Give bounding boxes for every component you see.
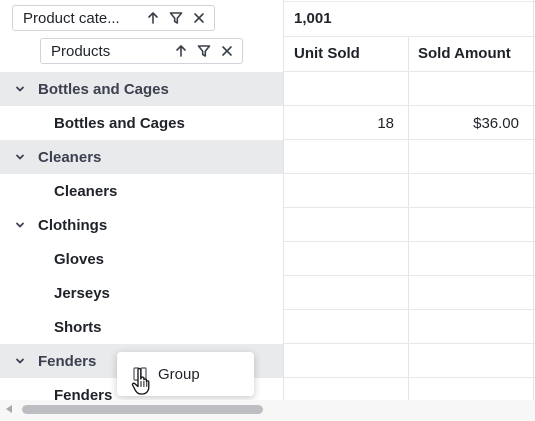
cell-unit-sold[interactable]: 18 bbox=[284, 106, 394, 140]
grid-line bbox=[284, 207, 535, 208]
group-menu-label: Group bbox=[158, 365, 200, 383]
group-row-bottles-and-cages[interactable]: Bottles and Cages bbox=[0, 72, 283, 106]
chevron-down-icon[interactable] bbox=[13, 84, 27, 94]
cell-unit-sold[interactable] bbox=[284, 72, 394, 106]
grid-line bbox=[284, 105, 535, 106]
row-label: Shorts bbox=[54, 318, 102, 336]
grid-line bbox=[284, 241, 535, 242]
product-category-chip[interactable]: Product cate... bbox=[12, 5, 215, 31]
row-label: Fenders bbox=[38, 352, 97, 370]
row-label: Gloves bbox=[54, 250, 105, 268]
products-chip[interactable]: Products bbox=[40, 38, 243, 64]
scroll-left-arrow-icon[interactable] bbox=[6, 405, 12, 413]
row-bottles-and-cages[interactable]: Bottles and Cages bbox=[0, 106, 283, 140]
filter-icon[interactable] bbox=[195, 42, 213, 60]
column-header-unit-sold[interactable]: Unit Sold bbox=[294, 45, 360, 62]
row-label: Clothings bbox=[38, 216, 108, 234]
grid-line bbox=[408, 36, 409, 400]
grid-line bbox=[284, 309, 535, 310]
chevron-down-icon[interactable] bbox=[13, 152, 27, 162]
close-icon[interactable] bbox=[218, 42, 236, 60]
cell-sold-amount[interactable] bbox=[409, 72, 519, 106]
close-icon[interactable] bbox=[190, 9, 208, 27]
grid-line bbox=[533, 0, 534, 400]
cell-sold-amount[interactable]: $36.00 bbox=[409, 106, 519, 140]
hand-cursor-icon bbox=[129, 366, 155, 398]
arrow-up-icon[interactable] bbox=[172, 42, 190, 60]
row-label: Cleaners bbox=[54, 182, 118, 200]
row-shorts[interactable]: Shorts bbox=[0, 310, 283, 344]
group-row-cleaners[interactable]: Cleaners bbox=[0, 140, 283, 174]
grand-total-value: 1,001 bbox=[294, 10, 332, 27]
grid-line bbox=[284, 71, 535, 72]
grid-line bbox=[284, 343, 535, 344]
pivot-grid: Product cate... Products 1,001 Unit Sold… bbox=[0, 0, 535, 421]
row-label: Bottles and Cages bbox=[54, 114, 185, 132]
grid-line bbox=[284, 139, 535, 140]
row-label: Cleaners bbox=[38, 148, 102, 166]
chevron-down-icon[interactable] bbox=[13, 356, 27, 366]
horizontal-scrollbar-thumb[interactable] bbox=[22, 405, 263, 414]
row-label: Jerseys bbox=[54, 284, 110, 302]
grid-line bbox=[284, 36, 535, 37]
products-chip-label: Products bbox=[51, 42, 111, 60]
grid-line bbox=[284, 377, 535, 378]
column-header-sold-amount[interactable]: Sold Amount bbox=[418, 45, 511, 62]
row-gloves[interactable]: Gloves bbox=[0, 242, 283, 276]
row-label: Bottles and Cages bbox=[38, 80, 169, 98]
grid-line bbox=[284, 275, 535, 276]
grid-line bbox=[284, 173, 535, 174]
row-cleaners[interactable]: Cleaners bbox=[0, 174, 283, 208]
grid-line bbox=[283, 0, 284, 400]
grid-line bbox=[284, 1, 535, 2]
arrow-up-icon[interactable] bbox=[144, 9, 162, 27]
chevron-down-icon[interactable] bbox=[13, 220, 27, 230]
filter-icon[interactable] bbox=[167, 9, 185, 27]
group-row-clothings[interactable]: Clothings bbox=[0, 208, 283, 242]
row-jerseys[interactable]: Jerseys bbox=[0, 276, 283, 310]
product-category-chip-label: Product cate... bbox=[23, 9, 120, 27]
